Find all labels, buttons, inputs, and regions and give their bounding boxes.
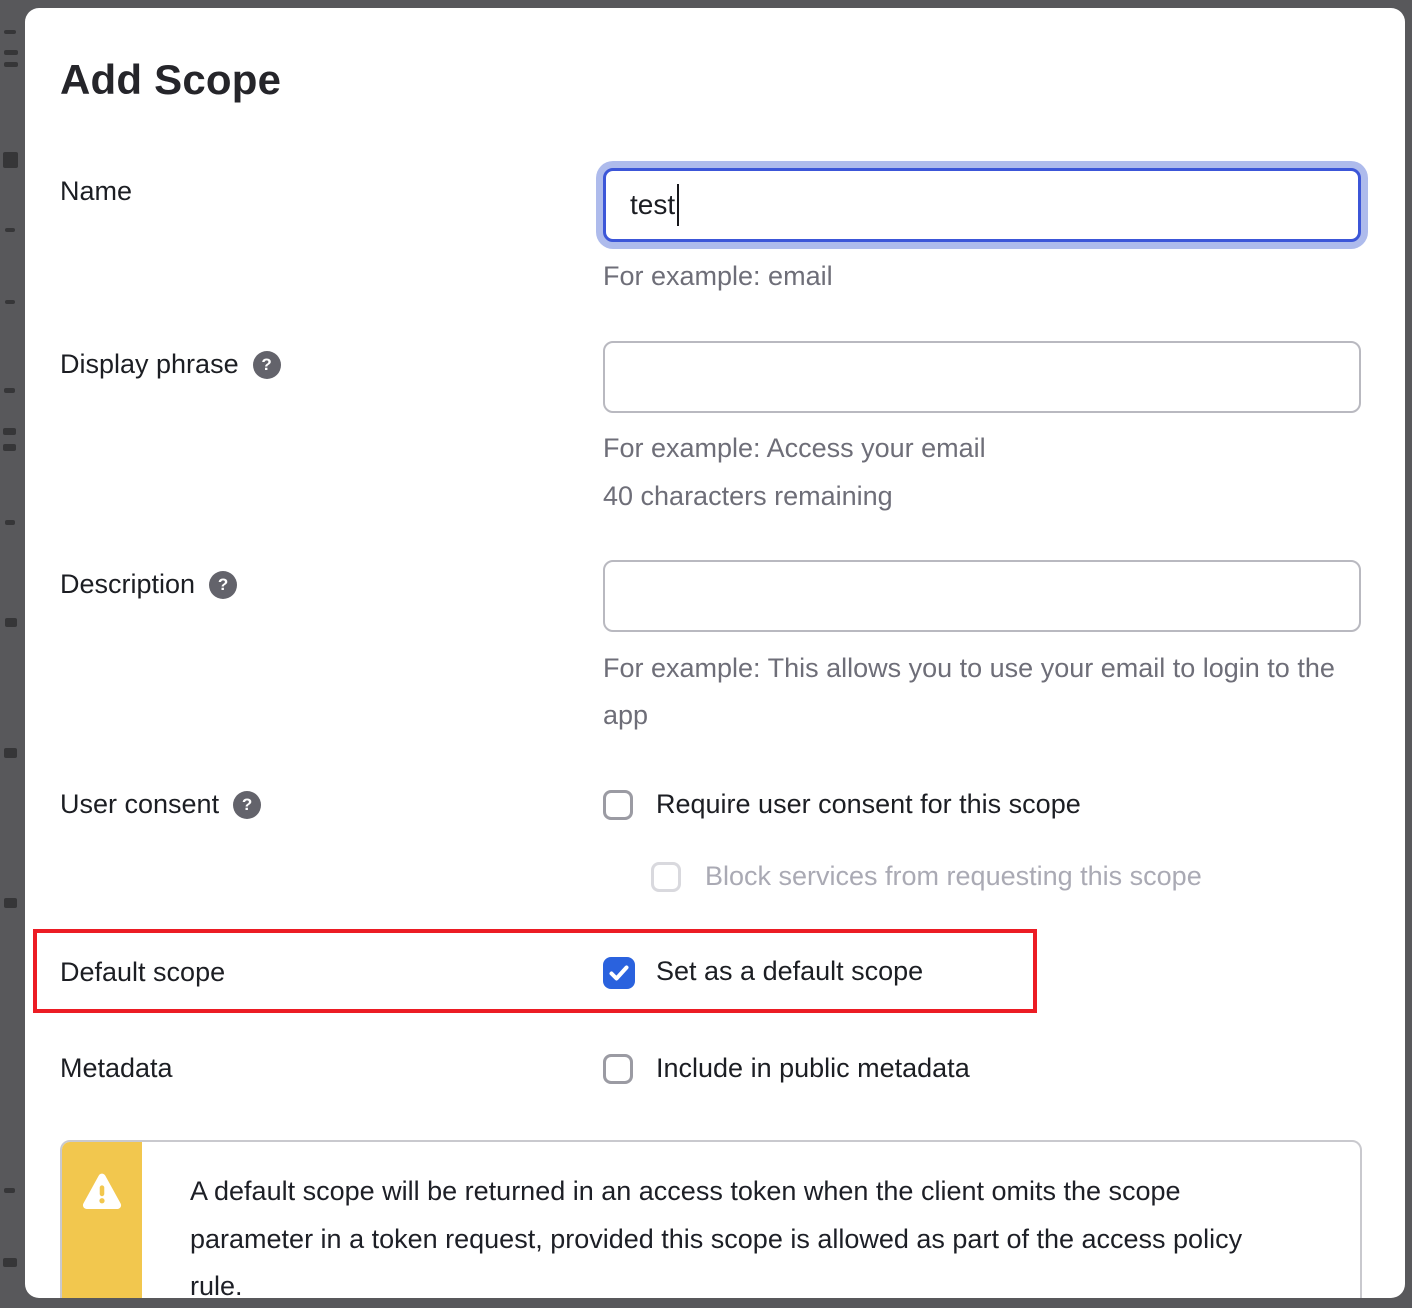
user-consent-label: User consent [60, 789, 219, 820]
name-input[interactable]: test [603, 168, 1361, 242]
help-icon[interactable]: ? [209, 571, 237, 599]
dialog-title: Add Scope [60, 56, 281, 104]
name-hint: For example: email [603, 253, 833, 300]
description-label-row: Description ? [60, 569, 237, 600]
description-label: Description [60, 569, 195, 600]
name-input-value: test [630, 189, 675, 221]
display-phrase-hint: For example: Access your email [603, 425, 986, 472]
include-public-metadata-checkbox[interactable] [603, 1054, 633, 1084]
default-scope-warning-callout: A default scope will be returned in an a… [60, 1140, 1362, 1298]
name-label: Name [60, 176, 132, 207]
help-icon[interactable]: ? [233, 791, 261, 819]
add-scope-dialog: Add Scope Name test For example: email D… [25, 8, 1405, 1298]
block-services-label: Block services from requesting this scop… [705, 861, 1202, 892]
warning-accent-strip [62, 1142, 142, 1298]
metadata-label: Metadata [60, 1053, 173, 1084]
warning-text: A default scope will be returned in an a… [142, 1142, 1322, 1298]
warning-icon [81, 1170, 123, 1214]
help-icon[interactable]: ? [253, 351, 281, 379]
text-cursor [677, 184, 679, 226]
checkmark-icon [607, 961, 631, 985]
default-scope-label: Default scope [60, 957, 225, 988]
set-default-scope-checkbox[interactable] [603, 957, 635, 989]
default-scope-label-row: Default scope [60, 957, 225, 988]
description-input[interactable] [603, 560, 1361, 632]
require-user-consent-checkbox[interactable] [603, 790, 633, 820]
display-phrase-input[interactable] [603, 341, 1361, 413]
include-public-metadata-label[interactable]: Include in public metadata [656, 1053, 970, 1084]
display-phrase-label-row: Display phrase ? [60, 349, 281, 380]
require-user-consent-label[interactable]: Require user consent for this scope [656, 789, 1081, 820]
user-consent-label-row: User consent ? [60, 789, 261, 820]
name-label-row: Name [60, 176, 132, 207]
metadata-label-row: Metadata [60, 1053, 173, 1084]
description-hint: For example: This allows you to use your… [603, 645, 1363, 739]
block-services-checkbox [651, 862, 681, 892]
display-phrase-label: Display phrase [60, 349, 239, 380]
display-phrase-counter: 40 characters remaining [603, 473, 893, 520]
set-default-scope-label[interactable]: Set as a default scope [656, 956, 923, 987]
